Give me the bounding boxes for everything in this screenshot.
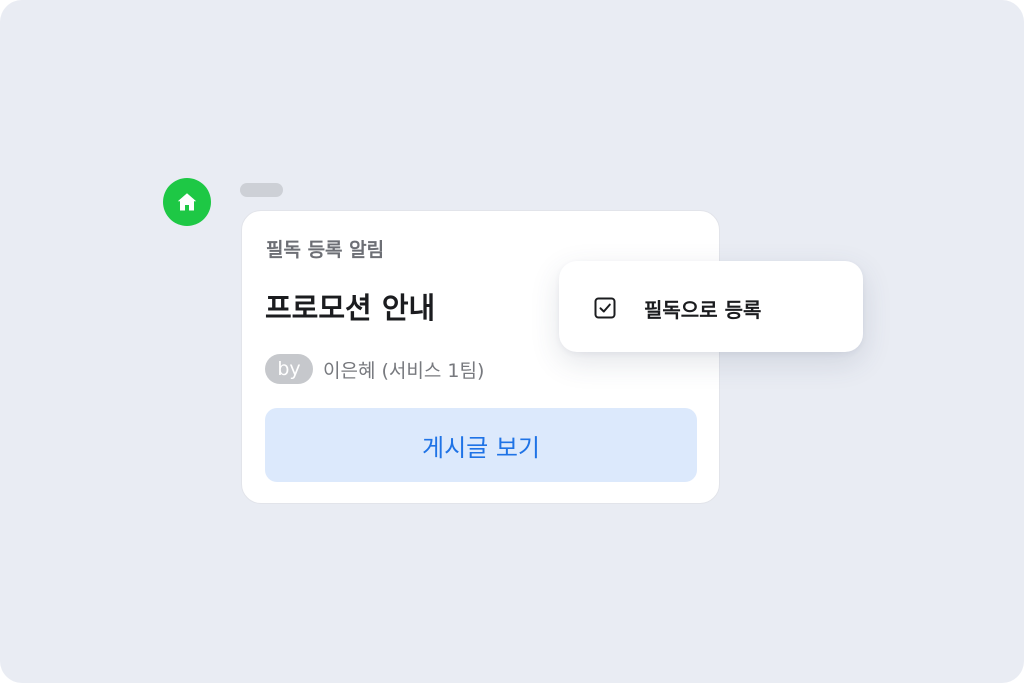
- author-row: by 이은혜 (서비스 1팀): [265, 353, 484, 385]
- chat-canvas: 필독 등록 알림 프로모션 안내 by 이은혜 (서비스 1팀) 게시글 보기 …: [0, 0, 1024, 683]
- sender-name-placeholder: [240, 183, 283, 197]
- by-badge: by: [265, 354, 313, 384]
- context-menu: 필독으로 등록: [559, 261, 863, 352]
- view-post-button[interactable]: 게시글 보기: [265, 408, 697, 482]
- home-icon: [177, 193, 197, 211]
- menu-item-mark-required-reading[interactable]: 필독으로 등록: [559, 261, 863, 352]
- card-label: 필독 등록 알림: [266, 239, 385, 261]
- author-name: 이은혜 (서비스 1팀): [323, 359, 485, 382]
- app-avatar[interactable]: [163, 178, 211, 226]
- message-card: 필독 등록 알림 프로모션 안내 by 이은혜 (서비스 1팀) 게시글 보기: [241, 210, 720, 504]
- checkbox-icon: [594, 297, 616, 319]
- card-title: 프로모션 안내: [265, 291, 436, 325]
- menu-item-label: 필독으로 등록: [644, 298, 762, 322]
